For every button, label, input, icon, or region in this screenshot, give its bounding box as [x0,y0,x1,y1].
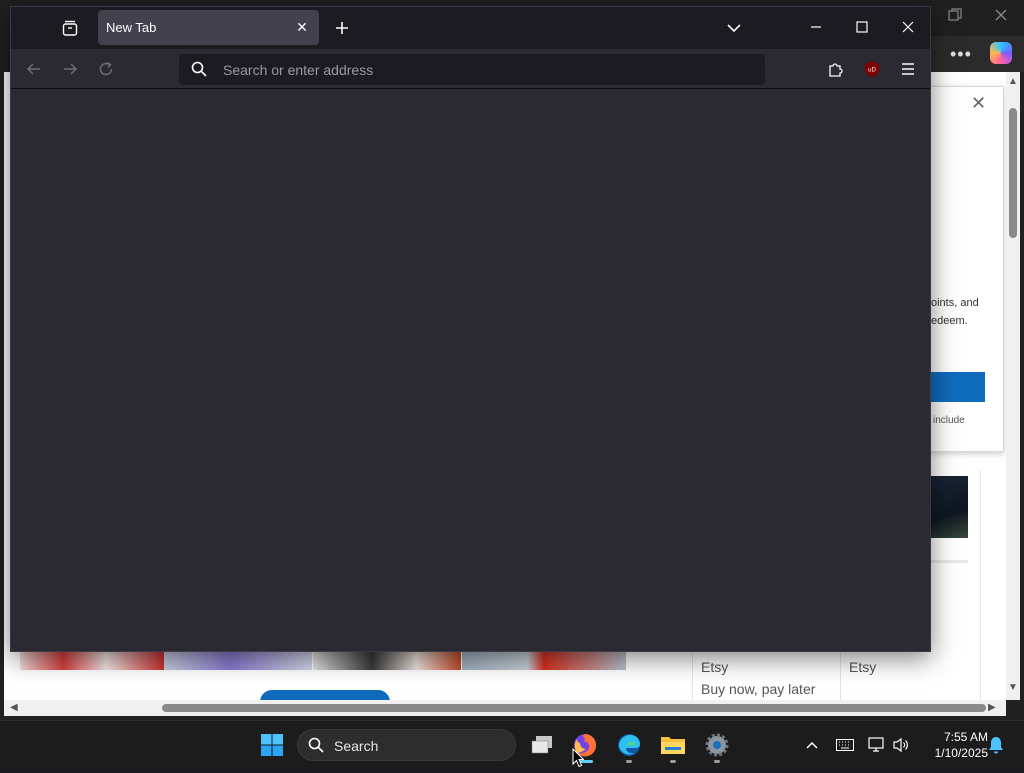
divider [980,470,981,700]
restore-icon[interactable] [948,8,962,25]
taskbar-app-file-explorer[interactable] [655,727,691,763]
taskbar: Search 7:55 AM 1/10/2025 [0,720,1024,768]
scroll-left-icon[interactable]: ◀ [10,702,18,713]
reload-icon [99,61,113,76]
edge-icon [618,734,640,756]
seller-label: Etsy [701,659,729,675]
chevron-down-icon [727,24,741,33]
maximize-icon [856,21,868,33]
puzzle-piece-icon [829,63,843,77]
arrow-right-icon [64,63,78,75]
tab-new-tab[interactable]: New Tab ✕ [98,10,319,45]
chevron-up-icon [806,741,818,749]
gear-icon [705,733,729,757]
list-all-tabs-button[interactable] [721,15,747,41]
network-icon[interactable] [866,735,888,755]
minimize-button[interactable] [793,7,839,47]
start-button[interactable] [256,729,288,761]
taskbar-search-label: Search [334,738,379,754]
maximize-button[interactable] [839,7,885,47]
close-icon [902,21,914,33]
clock-time: 7:55 AM [943,730,988,744]
tab-close-icon[interactable]: ✕ [292,17,312,37]
application-menu-button[interactable] [893,55,923,83]
notification-bell-icon[interactable] [986,735,1006,755]
forward-button[interactable] [55,55,85,83]
scrollbar-thumb[interactable] [1009,108,1017,238]
taskbar-app-edge[interactable] [611,727,647,763]
firefox-view-icon [62,20,78,36]
task-view-icon [531,736,552,754]
search-icon [308,737,324,758]
task-view-button[interactable] [524,727,560,763]
svg-text:uD: uD [868,68,876,74]
scroll-up-icon[interactable]: ▲ [1008,76,1018,87]
new-tab-button[interactable] [329,15,355,41]
payment-option-label: Buy now, pay later [701,681,816,697]
running-app-indicator [626,760,632,763]
background-window-controls [940,6,1020,30]
scroll-down-icon[interactable]: ▼ [1008,682,1018,693]
taskbar-search-box[interactable]: Search [297,729,516,761]
product-card[interactable]: Etsy Buy now, pay later [692,652,834,700]
taskbar-app-settings[interactable] [699,727,735,763]
plus-icon [336,22,348,34]
extensions-button[interactable] [821,55,851,83]
firefox-window: New Tab ✕ Search or enter address uD [10,6,931,652]
popup-action-button[interactable] [931,372,985,402]
running-app-indicator [670,760,676,763]
vertical-scrollbar[interactable]: ▲ ▼ [1006,72,1020,700]
mouse-cursor-icon [572,747,585,773]
ublock-origin-icon[interactable]: uD [861,58,883,80]
system-clock[interactable]: 7:55 AM 1/10/2025 [918,729,988,761]
minimize-icon [811,26,821,28]
navigation-toolbar: uD [11,49,930,89]
reload-button[interactable] [91,55,121,83]
hamburger-menu-icon [902,63,914,75]
scroll-right-icon[interactable]: ▶ [988,702,996,713]
product-image-strip[interactable] [313,652,461,670]
seller-label: Etsy [849,659,877,675]
divider [930,560,968,563]
windows-logo-icon [261,734,283,756]
more-options-icon[interactable]: ••• [950,44,972,65]
product-thumbnail[interactable] [930,476,968,538]
product-image-strip[interactable] [20,652,164,670]
running-app-indicator [714,760,720,763]
horizontal-scrollbar[interactable]: ◀ ▶ [4,700,1006,716]
product-image-strip[interactable] [462,652,626,670]
tab-title: New Tab [106,20,157,35]
popup-footnote: include [933,415,965,426]
popup-text: oints, and [931,297,979,309]
search-icon [191,61,207,82]
close-window-button[interactable] [885,7,931,47]
folder-icon [661,737,685,754]
keyboard-icon[interactable] [834,735,856,755]
copilot-icon[interactable] [990,42,1012,64]
close-icon[interactable] [994,8,1008,25]
background-rewards-popup: ✕ oints, and edeem. include [930,86,1004,452]
scrollbar-thumb[interactable] [162,704,986,712]
volume-icon[interactable] [890,735,912,755]
product-image-strip[interactable] [164,652,312,670]
product-card[interactable]: Etsy [840,652,980,700]
new-tab-page-content [11,90,930,651]
firefox-view-button[interactable] [55,15,85,41]
popup-close-icon[interactable]: ✕ [971,93,986,114]
show-hidden-icons-button[interactable] [802,735,822,755]
address-input[interactable] [223,54,753,85]
back-button[interactable] [19,55,49,83]
arrow-left-icon [26,63,40,75]
clock-date: 1/10/2025 [934,746,988,760]
address-bar[interactable] [179,54,765,85]
tab-bar: New Tab ✕ [11,7,930,49]
popup-text: edeem. [931,315,968,327]
